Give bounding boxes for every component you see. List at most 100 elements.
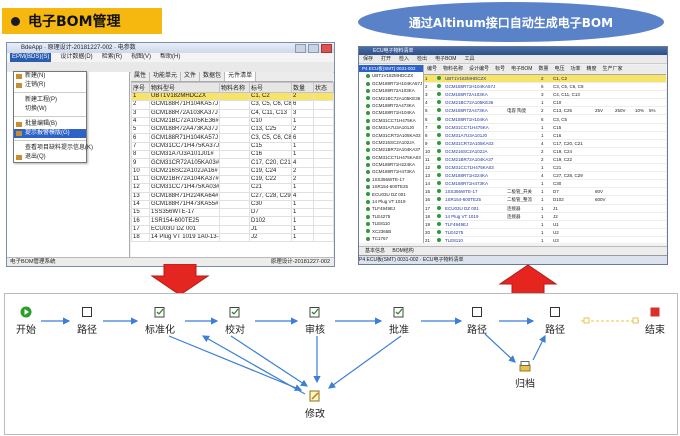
table-row[interactable]: 9 GCM31CR72A105KA03 4 C17, C20, C21 [424,139,666,148]
tree-item[interactable]: GCM31CC71H475KA03 [359,154,423,161]
grid-column-label[interactable]: 物料名称 [440,66,466,72]
bom-column-header[interactable]: 序号 [131,82,150,93]
grid-column-label[interactable]: 生产厂家 [600,66,626,72]
grid-column-label[interactable]: 功率 [567,66,583,72]
node-end[interactable]: 结束 [645,306,665,336]
table-row[interactable]: 14 GCM188R71H473KA55# C30 1 [131,199,334,210]
table-row[interactable]: 15 1SS356WTE-17 D7 1 [131,208,334,218]
table-row[interactable]: 6 GCM188R71H104KA57J C3, C5, C6, C8 6 [131,133,334,143]
table-row[interactable]: 2 GCM188R71H104KA57J C3, C5, C6, C8 6 [131,100,334,110]
tab-function-unit[interactable]: 功能单元 [150,72,182,81]
node-start[interactable]: 开始 [16,306,36,336]
tree-item[interactable]: XC2365B [359,228,423,235]
node-route-2[interactable]: 路径 [467,306,487,336]
maximize-icon[interactable] [308,44,319,53]
tree-item[interactable]: GCM216SC2A102JA [359,139,423,146]
table-row[interactable]: 16 1SR154-600TE25 D102 1 [131,216,334,226]
table-row[interactable]: 9 GCM31CR72A105KA03# C17, C20, C21 4 [131,158,334,168]
table-row[interactable]: 10 GCM216SC2A102JA 2 C19, C24 [424,147,666,156]
grid-column-label[interactable]: 编号 [424,66,440,72]
table-row[interactable]: 8 GCM31A7U3A101J01# C16 1 [131,150,334,160]
toolbar-button[interactable]: 工具 [464,56,474,62]
toolbar-button[interactable]: 打开 [381,56,391,62]
table-row[interactable]: 7 GCM31CC71H475KA37J C15 1 [131,141,334,152]
tab-data-package[interactable]: 数据包 [200,72,226,81]
menu-view[interactable]: 视图(V) [131,53,151,62]
toolbar-button[interactable]: 保存 [363,56,373,62]
node-proofread[interactable]: 校对 [225,306,245,336]
table-row[interactable]: 17 ECU03U DZ 001 连接器 1 J1 [424,204,666,213]
node-modify[interactable]: 修改 [305,390,325,420]
tree-item[interactable]: 14 Plug VT 1019 [359,198,423,205]
bom-column-header[interactable]: 标号 [249,82,292,93]
tree-item[interactable]: GCM31A7U3A101J0 [359,124,423,131]
tree-item[interactable]: GCM188R71H104KA57J [359,80,423,87]
dropdown-item-switch[interactable]: 切换(W) [14,105,86,114]
toolbar-button[interactable]: 检出 [417,56,427,62]
grid-column-label[interactable]: 精度 [584,66,600,72]
tree-item[interactable]: TLE4275 [359,213,423,220]
node-route-3[interactable]: 路径 [545,306,565,336]
tree-root[interactable]: P4 ECU板(SMT) 0031-002 [359,65,423,73]
dropdown-item-logout[interactable]: 注销(R) [14,81,86,90]
table-row[interactable]: 2 GCM188R71H104KA57J 6 C3, C5, C6, C8 [424,82,666,92]
grid-column-label[interactable]: 标号 [492,66,508,72]
table-row[interactable]: 17 ECU03U DZ 001 J1 1 [131,224,334,235]
table-row[interactable]: 19 TLF4949EJ 1 U1 [424,220,666,229]
table-row[interactable]: 18 14 Plug VT 1019 1A0-13-1A J2 1 [131,233,334,243]
table-row[interactable]: 16 1SR154-600TE25 二极管_整流 1 D102 600V [424,195,666,205]
table-row[interactable]: 11 GCM21BR72A104KA37# C19, C22 2 [131,174,334,185]
tree-item[interactable]: T2T1A80 [359,242,423,243]
tree-item[interactable]: GCM188R71H224KA [359,161,423,168]
bom-column-header[interactable]: 数量 [291,82,314,93]
tab-component-list[interactable]: 元件清单 [225,72,257,81]
table-row[interactable]: 4 GCM21BC72A105KE36 1 C10 [424,98,666,108]
table-row[interactable]: 13 GCM188R71H224KA64# C27, C28, C29 4 [131,191,334,201]
tree-item[interactable]: 1SS356WTE-17 [359,176,423,183]
tree-item[interactable]: UBT1V182MHDCZX [359,72,423,79]
tree-item[interactable]: GCM21BR72A104KA37 [359,146,423,153]
toolbar-button[interactable]: 检入 [399,56,409,62]
table-row[interactable]: 21 TLE8110 1 U3 [424,236,666,243]
dropdown-item-exit[interactable]: 退出(Q) [14,153,86,162]
tree-item[interactable]: GCM31CC71H475KA [359,117,423,124]
bom-column-header[interactable]: 物料名称 [219,82,250,93]
table-row[interactable]: 3 GCM188R72A103KA37J C4, C11, C13 3 [131,108,334,118]
tree-item[interactable]: TLE8110 [359,220,423,227]
tree-item[interactable]: GCM188R71H473KA [359,168,423,175]
dropdown-item-shortage-info[interactable]: 查看项目缺料提示信息(K) [14,144,93,153]
tree-item[interactable]: ECU03U DZ 001 [359,191,423,198]
table-row[interactable]: 10 GCM216SC2A102JA16# C19, C24 2 [131,166,334,176]
node-review[interactable]: 审核 [305,306,325,336]
tree-item[interactable]: GCM188R71H104KA [359,109,423,116]
node-approve[interactable]: 批准 [389,306,409,336]
table-row[interactable]: 6 GCM188R71H104KA 6 C3, C5 [424,114,666,124]
tree-item[interactable]: GCM31CR72A105KA03 [359,132,423,139]
bom-column-header[interactable]: 状态 [313,82,334,93]
close-icon[interactable] [321,44,332,53]
toolbar-button[interactable]: 电子BOM [435,56,456,62]
dropdown-item-batch-edit[interactable]: 批量编辑(B) [14,120,86,129]
table-row[interactable]: 3 GCM188R72A103KA 3 C4, C11, C13 [424,90,666,100]
menu-design-data[interactable]: 设计数据(D) [60,53,92,62]
table-row[interactable]: 8 GCM31A7U3A101J0 1 C16 [424,131,666,140]
tree-item[interactable]: 1SR154-600TE25 [359,183,423,190]
table-row[interactable]: 1 UBT1V182MHDCZX C1, C2 2 [131,91,334,102]
table-row[interactable]: 14 GCM188R71H473KA 1 C30 [424,179,666,189]
node-standardize[interactable]: 标准化 [145,306,175,336]
grid-column-label[interactable]: 设计编号 [466,66,492,72]
tree-item[interactable]: GCM21BC72A105KE36 [359,95,423,102]
grid-column-label[interactable]: 数量 [535,66,551,72]
table-row[interactable]: 1 UBT1V182MHDCZX 2 C1, C2 [424,75,666,84]
table-row[interactable]: 4 GCM21BC72A105KE36# C10 1 [131,116,334,127]
dropdown-item-new[interactable]: 新建(N) [14,72,86,81]
table-row[interactable]: 5 GCM188R72A473KA37J C13, C25 2 [131,125,334,135]
tree-item[interactable]: TC1767 [359,235,423,242]
minimize-icon[interactable] [295,44,306,53]
table-row[interactable]: 5 GCM188R72A473KA 电容 陶瓷 2 C13, C25 25V 250V 10%… [424,106,666,116]
dropdown-item-new-project[interactable]: 新建工程(P) [14,96,86,105]
grid-column-label[interactable]: 电压 [551,66,567,72]
tab-attributes[interactable]: 属性 [131,72,151,81]
table-row[interactable]: 7 GCM31CC71H475KA 1 C15 [424,123,666,132]
tree-item[interactable]: GCM188R72A473KA [359,102,423,109]
